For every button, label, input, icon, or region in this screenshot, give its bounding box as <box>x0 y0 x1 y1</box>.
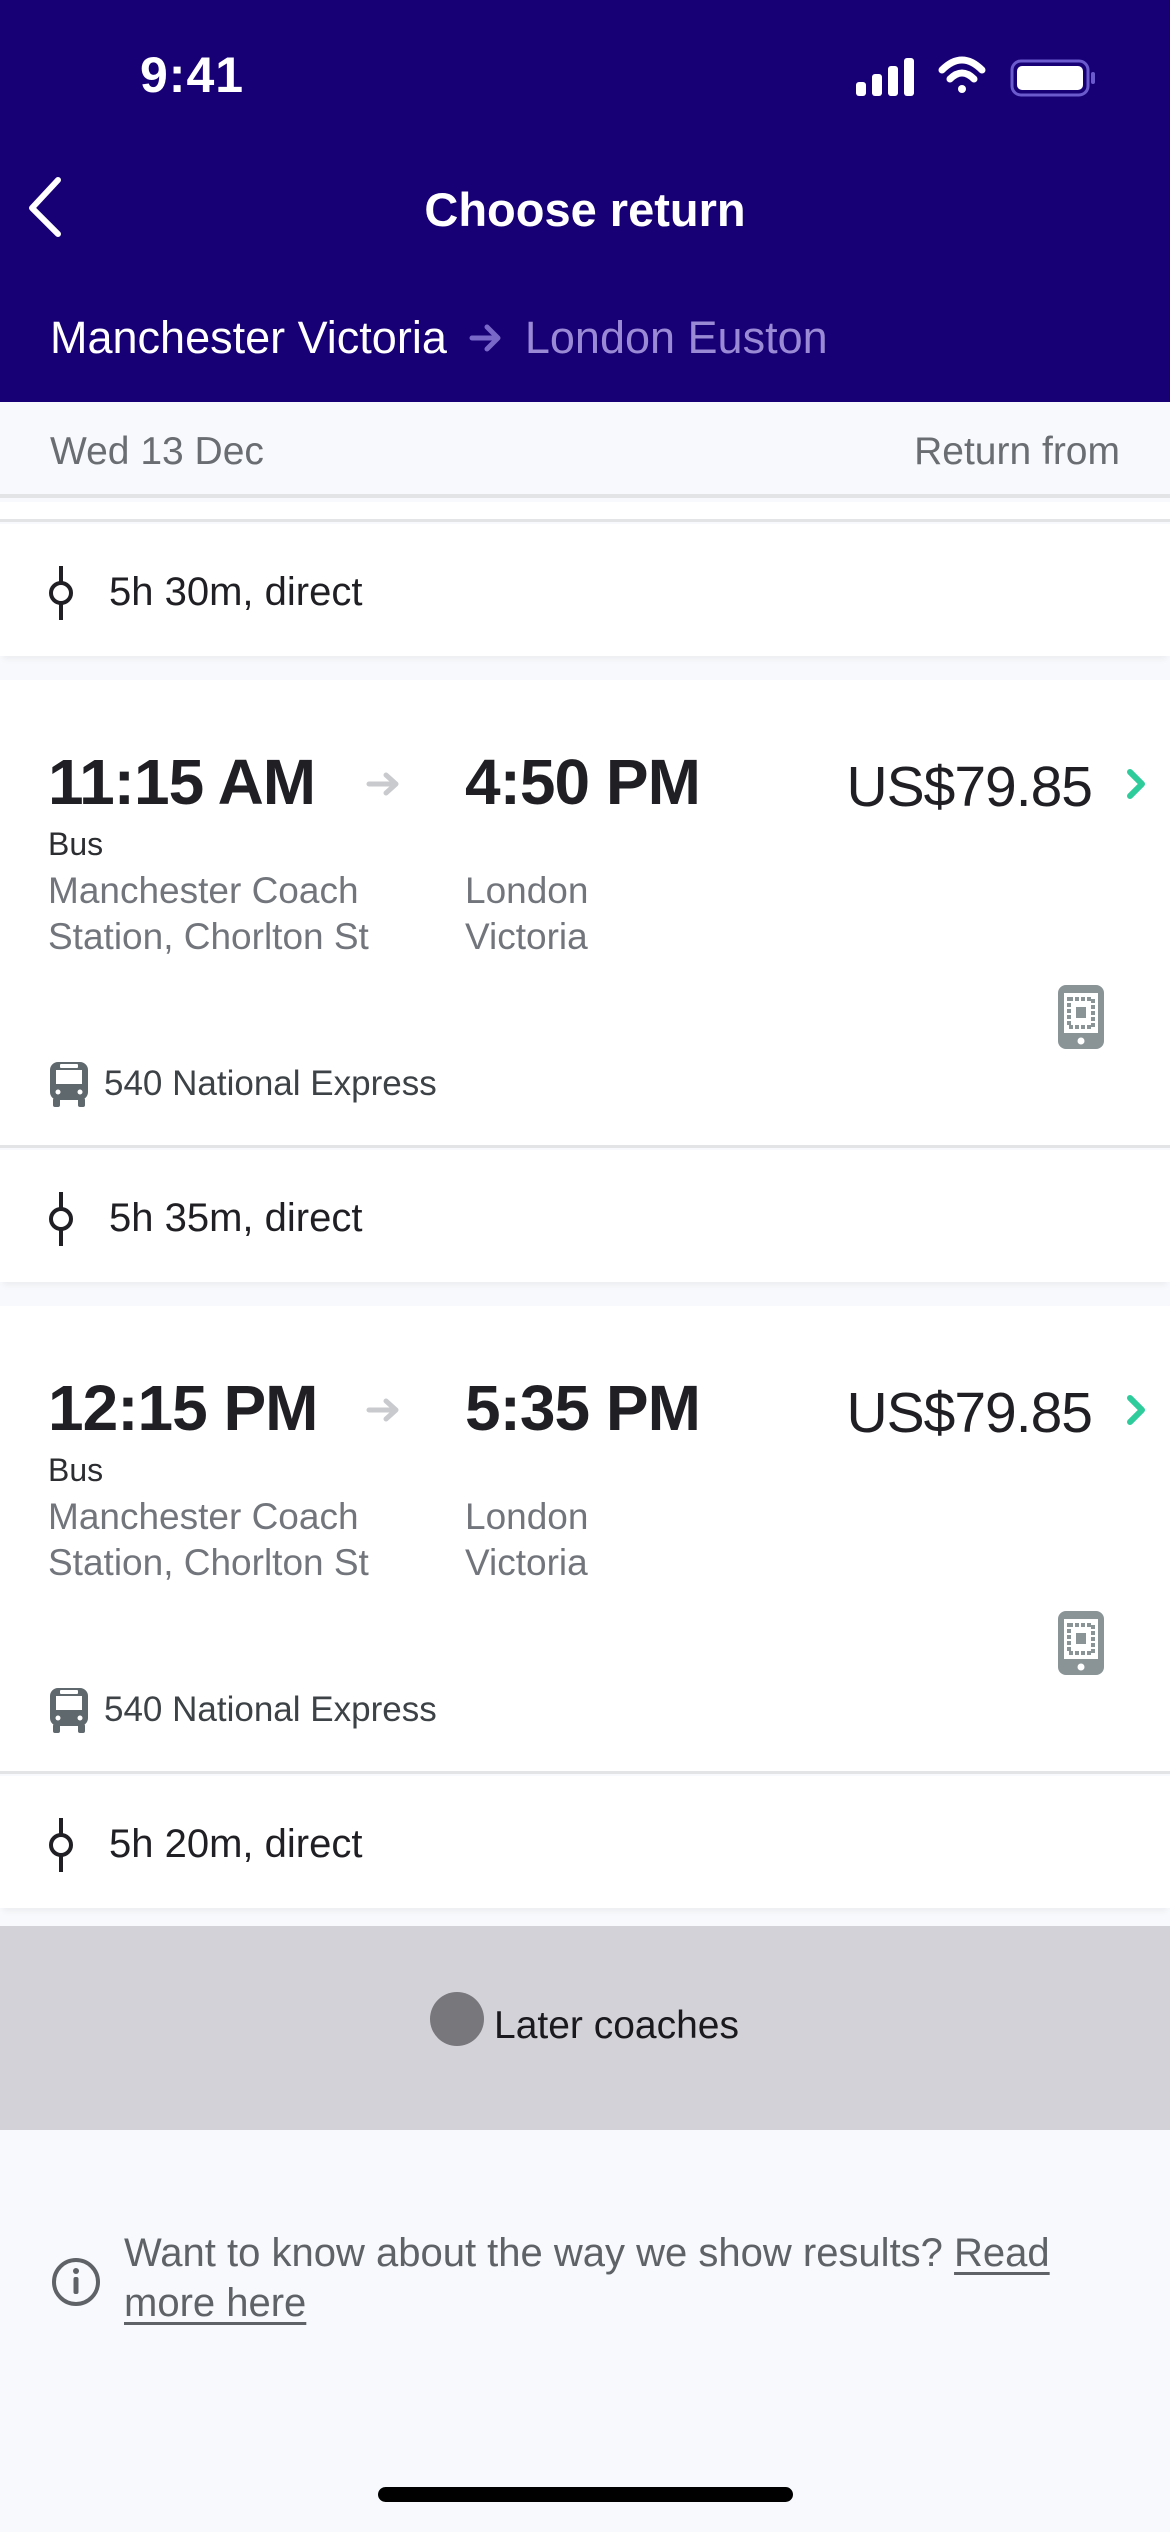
arrow-right-icon <box>469 324 501 352</box>
chevron-right-icon[interactable] <box>1122 766 1150 802</box>
info-icon <box>52 2258 100 2306</box>
journey-duration-row: 5h 30m, direct <box>0 524 1170 656</box>
wifi-icon <box>938 56 986 93</box>
battery-icon <box>1010 59 1095 97</box>
stop-icon <box>49 1192 73 1246</box>
mobile-ticket-icon <box>1058 1611 1104 1675</box>
previous-card-edge <box>0 502 1170 522</box>
journey-card[interactable]: 12:15 PM 5:35 PM US$79.85 Bus Manchester… <box>0 1306 1170 1774</box>
arrival-time: 5:35 PM <box>465 1372 701 1444</box>
later-coaches-button[interactable]: Later coaches <box>0 1926 1170 2130</box>
departure-station: Manchester Coach Station, Chorlton St <box>48 1496 369 1583</box>
status-icons <box>856 56 1095 97</box>
arrow-right-icon <box>366 1398 399 1422</box>
return-from-label: Return from <box>914 430 1120 473</box>
later-coaches-label: Later coaches <box>494 2004 739 2047</box>
bus-icon <box>50 1688 88 1733</box>
bus-icon <box>50 1062 88 1107</box>
arrival-station: London Victoria <box>465 1496 589 1583</box>
journey-card[interactable]: 11:15 AM 4:50 PM US$79.85 Bus Manchester… <box>0 680 1170 1148</box>
info-message: Want to know about the way we show resul… <box>124 2231 955 2275</box>
price: US$79.85 <box>846 755 1093 819</box>
stop-icon <box>49 1818 73 1872</box>
info-text: Want to know about the way we show resul… <box>124 2228 1124 2328</box>
travel-date: Wed 13 Dec <box>50 430 264 473</box>
arrival-time: 4:50 PM <box>465 746 701 818</box>
duration-text: 5h 35m, direct <box>109 1196 363 1240</box>
app-header: 9:41 Choose return Manchester Victoria L… <box>0 0 1170 402</box>
operator-name: 540 National Express <box>104 1690 437 1729</box>
price: US$79.85 <box>846 1381 1093 1445</box>
home-indicator[interactable] <box>378 2487 793 2502</box>
arrow-right-icon <box>366 772 399 796</box>
mobile-ticket-icon <box>1058 985 1104 1049</box>
date-bar: Wed 13 Dec Return from <box>0 402 1170 498</box>
stop-icon <box>49 566 73 620</box>
departure-time: 12:15 PM <box>48 1372 318 1444</box>
page-title: Choose return <box>424 183 746 236</box>
journey-duration-row: 5h 35m, direct <box>0 1150 1170 1282</box>
duration-text: 5h 30m, direct <box>109 570 363 614</box>
status-time: 9:41 <box>140 47 245 103</box>
duration-text: 5h 20m, direct <box>109 1822 363 1866</box>
journey-duration-row: 5h 20m, direct <box>0 1776 1170 1908</box>
departure-station: Manchester Coach Station, Chorlton St <box>48 870 369 957</box>
arrival-station: London Victoria <box>465 870 589 957</box>
transport-mode: Bus <box>48 826 104 862</box>
transport-mode: Bus <box>48 1452 104 1488</box>
route-origin: Manchester Victoria <box>50 312 447 363</box>
departure-time: 11:15 AM <box>48 746 316 818</box>
signal-icon <box>856 58 914 96</box>
chevron-right-icon[interactable] <box>1122 1392 1150 1428</box>
touch-indicator <box>430 1992 484 2046</box>
route-destination: London Euston <box>524 312 828 363</box>
route-summary: Manchester Victoria London Euston <box>50 312 828 364</box>
operator-name: 540 National Express <box>104 1064 437 1103</box>
